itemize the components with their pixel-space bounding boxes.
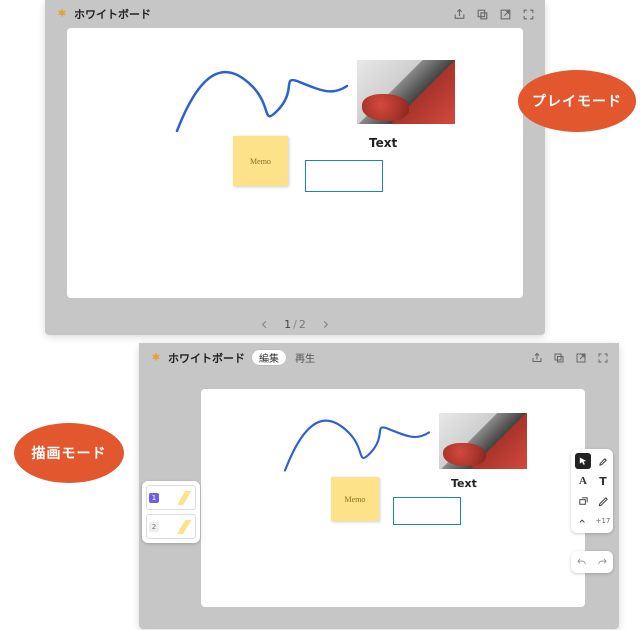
- slide-thumb-1[interactable]: 1: [146, 485, 196, 510]
- sticky-text: Memo: [345, 495, 366, 504]
- rectangle-shape[interactable]: [305, 160, 383, 192]
- share-icon[interactable]: [453, 8, 466, 21]
- share-icon[interactable]: [531, 352, 543, 364]
- chevron-right-icon[interactable]: [320, 319, 331, 330]
- redo-icon[interactable]: [597, 557, 608, 568]
- slide-thumb-2[interactable]: 2: [146, 514, 196, 539]
- chevron-left-icon[interactable]: [259, 319, 270, 330]
- titlebar-actions: [453, 8, 535, 21]
- popout-icon[interactable]: [476, 8, 489, 21]
- app-icon: [55, 7, 69, 21]
- image-object[interactable]: [439, 413, 527, 469]
- play-mode-badge: プレイモード: [518, 70, 636, 132]
- text-object[interactable]: Text: [451, 477, 477, 490]
- toolbar: A T +17: [571, 449, 613, 533]
- slide-panel: 1 2: [142, 481, 200, 543]
- app-title: ホワイトボード: [168, 350, 245, 366]
- play-mode-window: ホワイトボード Memo Text 1/2: [45, 0, 545, 335]
- more-tools[interactable]: +17: [595, 513, 611, 529]
- open-icon[interactable]: [499, 8, 512, 21]
- open-icon[interactable]: [575, 352, 587, 364]
- pager: 1/2: [45, 318, 545, 331]
- rectangle-shape[interactable]: [393, 497, 461, 525]
- titlebar: ホワイトボード 編集 再生: [139, 343, 619, 372]
- text-a-icon[interactable]: A: [575, 473, 591, 489]
- image-object[interactable]: [357, 60, 455, 124]
- expand-icon[interactable]: [575, 513, 591, 529]
- whiteboard-canvas[interactable]: Memo Text: [201, 389, 585, 607]
- tab-play[interactable]: 再生: [295, 350, 315, 365]
- marker-icon[interactable]: [595, 453, 611, 469]
- text-object[interactable]: Text: [369, 136, 397, 150]
- app-icon: [149, 351, 163, 365]
- tab-edit[interactable]: 編集: [251, 349, 287, 366]
- undo-redo-bar: [571, 551, 613, 573]
- ink-stroke: [279, 407, 435, 479]
- cursor-icon[interactable]: [575, 453, 591, 469]
- fullscreen-icon[interactable]: [597, 352, 609, 364]
- sticky-text: Memo: [250, 157, 271, 166]
- text-t-icon[interactable]: T: [595, 473, 611, 489]
- draw-mode-window: ホワイトボード 編集 再生 Memo Text 1 2 A T +17: [139, 343, 619, 629]
- ink-stroke: [172, 56, 352, 141]
- sticky-note[interactable]: Memo: [233, 136, 288, 186]
- fullscreen-icon[interactable]: [522, 8, 535, 21]
- pen-icon[interactable]: [595, 493, 611, 509]
- popout-icon[interactable]: [553, 352, 565, 364]
- app-title: ホワイトボード: [74, 6, 151, 22]
- pager-text: 1/2: [284, 318, 306, 331]
- sticky-note[interactable]: Memo: [331, 477, 379, 521]
- undo-icon[interactable]: [576, 557, 587, 568]
- titlebar-actions: [531, 352, 609, 364]
- draw-mode-badge: 描画モード: [14, 423, 124, 483]
- whiteboard-canvas[interactable]: Memo Text: [67, 28, 523, 298]
- shape-icon[interactable]: [575, 493, 591, 509]
- titlebar: ホワイトボード: [45, 0, 545, 28]
